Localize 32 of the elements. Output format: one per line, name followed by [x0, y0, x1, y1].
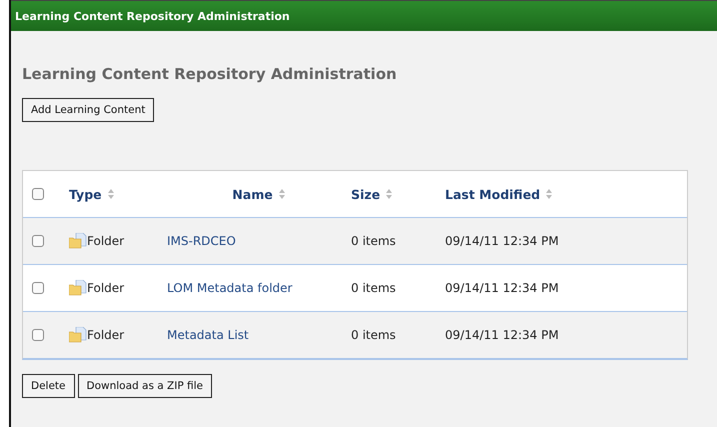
page-heading: Learning Content Repository Administration: [22, 65, 397, 83]
type-cell: Folder: [87, 234, 124, 248]
type-cell: Folder: [87, 281, 124, 295]
folder-icon: [69, 233, 87, 249]
modified-cell-text: 09/14/11 12:34 PM: [445, 234, 560, 248]
sort-icon: [106, 188, 115, 200]
row-checkbox[interactable]: [32, 329, 44, 341]
add-content-button[interactable]: Add Learning Content: [22, 98, 154, 122]
name-link[interactable]: IMS-RDCEO: [167, 234, 236, 248]
folder-icon: [69, 327, 87, 343]
column-header[interactable]: Last Modified: [445, 186, 554, 202]
window-title: Learning Content Repository Administration: [11, 0, 717, 31]
column-header[interactable]: Name: [232, 186, 286, 202]
type-cell: Folder: [87, 328, 124, 342]
sort-icon: [385, 188, 394, 200]
sort-icon: [545, 188, 554, 200]
row-checkbox[interactable]: [32, 282, 44, 294]
name-link[interactable]: LOM Metadata folder: [167, 281, 292, 295]
size-cell-text: 0 items: [351, 234, 397, 248]
folder-icon: [69, 280, 87, 296]
name-link[interactable]: Metadata List: [167, 328, 249, 342]
action-button[interactable]: Delete: [22, 374, 74, 398]
select-all-checkbox[interactable]: [32, 188, 44, 200]
column-header[interactable]: Type: [69, 186, 115, 202]
size-cell-text: 0 items: [351, 328, 397, 342]
column-header[interactable]: Size: [351, 186, 394, 202]
action-button[interactable]: Download as a ZIP file: [78, 374, 212, 398]
sort-icon: [278, 188, 286, 200]
row-checkbox[interactable]: [32, 235, 44, 247]
size-cell-text: 0 items: [351, 281, 397, 295]
modified-cell-text: 09/14/11 12:34 PM: [445, 281, 560, 295]
modified-cell-text: 09/14/11 12:34 PM: [445, 328, 560, 342]
